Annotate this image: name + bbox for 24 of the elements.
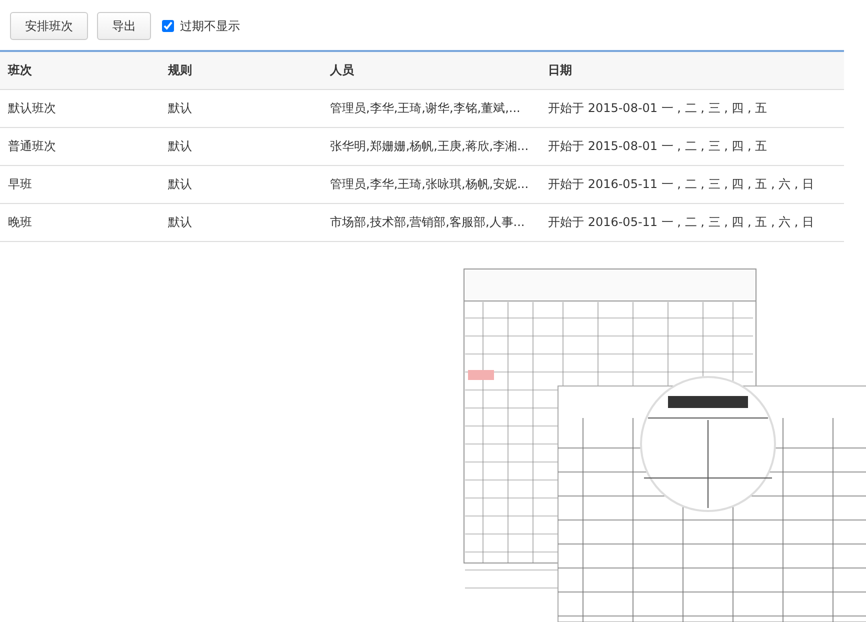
table-cell: 默认 [168, 139, 192, 153]
column-header: 人员 [330, 63, 354, 77]
table-cell: 默认 [168, 215, 192, 229]
column-header: 班次 [8, 63, 32, 77]
table-cell: 管理员,李华,王琦,张咏琪,杨帆,安妮... [330, 177, 529, 191]
table-cell: 张华明,郑姗姗,杨帆,王庚,蒋欣,李湘... [330, 139, 529, 153]
table-cell: 早班 [8, 177, 32, 191]
table-cell: 普通班次 [8, 139, 56, 153]
table-cell: 默认 [168, 177, 192, 191]
column-header: 规则 [168, 63, 192, 77]
table-cell: 默认班次 [8, 101, 56, 115]
table-cell: 晚班 [8, 215, 32, 229]
table-cell: 默认 [168, 101, 192, 115]
checkbox[interactable] [162, 20, 174, 32]
toolbar-button[interactable]: 安排班次 [10, 12, 88, 40]
table-cell: 开始于 2015-08-01 一 , 二 , 三 , 四 , 五 [548, 139, 768, 153]
table-cell: 管理员,李华,王琦,谢华,李铭,董斌,... [330, 101, 520, 115]
column-header: 日期 [548, 63, 572, 77]
table-cell: 开始于 2016-05-11 一 , 二 , 三 , 四 , 五 , 六 , 日 [548, 177, 814, 191]
table-cell: 开始于 2016-05-11 一 , 二 , 三 , 四 , 五 , 六 , 日 [548, 215, 814, 229]
checkbox-label: 过期不显示 [180, 18, 240, 34]
table-cell: 市场部,技术部,营销部,客服部,人事... [330, 215, 525, 229]
table-cell: 开始于 2015-08-01 一 , 二 , 三 , 四 , 五 [548, 101, 768, 115]
toolbar-button[interactable]: 导出 [97, 12, 151, 40]
